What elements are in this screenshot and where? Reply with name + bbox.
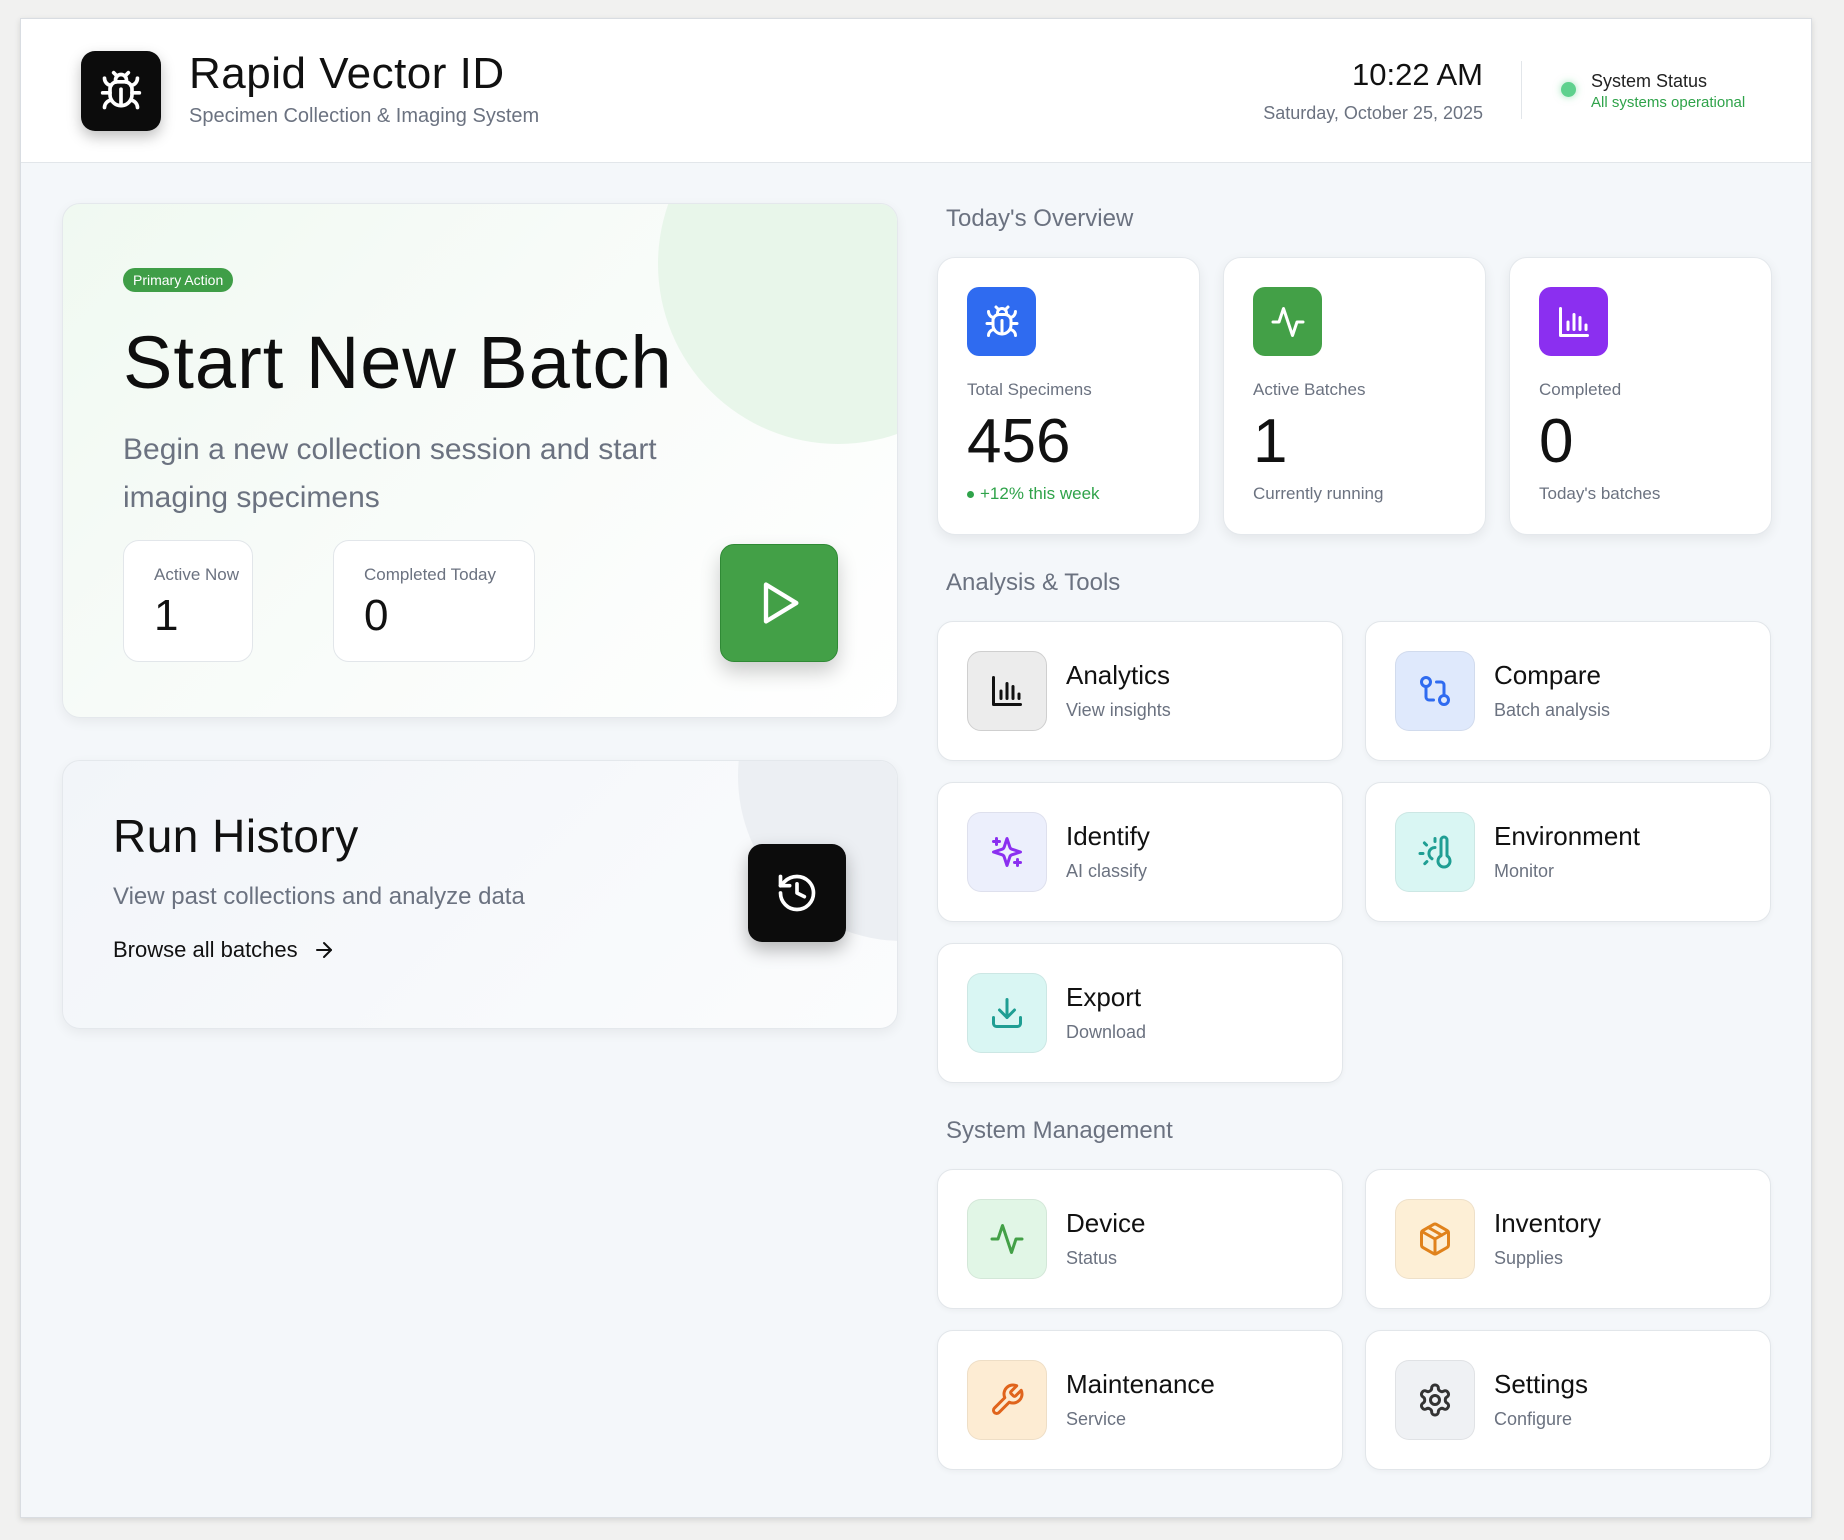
tool-identify[interactable]: Identify AI classify bbox=[937, 782, 1343, 922]
app-window: Rapid Vector ID Specimen Collection & Im… bbox=[20, 18, 1812, 1518]
tool-icon-box bbox=[1395, 812, 1475, 892]
tool-desc: Configure bbox=[1494, 1409, 1573, 1429]
history-description: View past collections and analyze data bbox=[113, 883, 525, 910]
system-section-title: System Management bbox=[946, 1117, 1173, 1144]
decorative-circle bbox=[658, 204, 897, 444]
tool-icon-box bbox=[1395, 1199, 1475, 1279]
stat-icon-box bbox=[1539, 287, 1608, 356]
stat-active-batches: Active Batches 1 Currently running bbox=[1223, 257, 1486, 535]
completed-today-box: Completed Today 0 bbox=[333, 540, 535, 662]
system-device[interactable]: Device Status bbox=[937, 1169, 1343, 1309]
stat-subtext: Today's batches bbox=[1539, 484, 1661, 503]
bar-chart-icon bbox=[1556, 304, 1592, 340]
tool-environment[interactable]: Environment Monitor bbox=[1365, 782, 1771, 922]
tool-compare[interactable]: Compare Batch analysis bbox=[1365, 621, 1771, 761]
play-icon bbox=[753, 577, 805, 629]
browse-batches-link[interactable]: Browse all batches bbox=[113, 937, 336, 963]
header-divider bbox=[1521, 61, 1522, 119]
browse-batches-label: Browse all batches bbox=[113, 937, 298, 962]
git-compare-icon bbox=[1417, 673, 1453, 709]
stat-icon-box bbox=[1253, 287, 1322, 356]
tool-desc: Batch analysis bbox=[1494, 700, 1611, 720]
stat-icon-box bbox=[967, 287, 1036, 356]
active-now-label: Active Now bbox=[154, 565, 240, 584]
history-title: Run History bbox=[113, 810, 359, 862]
stat-completed: Completed 0 Today's batches bbox=[1509, 257, 1772, 535]
settings-icon bbox=[1417, 1382, 1453, 1418]
tool-icon-box bbox=[967, 812, 1047, 892]
tool-name: Analytics bbox=[1066, 660, 1171, 690]
arrow-right-icon bbox=[312, 938, 336, 962]
tool-desc: Download bbox=[1066, 1022, 1147, 1042]
tool-desc: Status bbox=[1066, 1248, 1118, 1268]
activity-icon bbox=[989, 1221, 1025, 1257]
history-icon bbox=[775, 871, 819, 915]
stat-label: Active Batches bbox=[1253, 380, 1366, 399]
thermometer-sun-icon bbox=[1417, 834, 1453, 870]
status-indicator bbox=[1561, 82, 1576, 97]
status-label: System Status bbox=[1591, 71, 1708, 91]
completed-today-label: Completed Today bbox=[364, 565, 496, 584]
system-settings[interactable]: Settings Configure bbox=[1365, 1330, 1771, 1470]
batch-description: Begin a new collection session and start… bbox=[123, 433, 657, 514]
tool-icon-box bbox=[1395, 651, 1475, 731]
history-button[interactable] bbox=[748, 844, 846, 942]
tool-desc: AI classify bbox=[1066, 861, 1148, 881]
stat-trend: +12% this week bbox=[967, 484, 1100, 504]
tool-name: Export bbox=[1066, 982, 1142, 1012]
bar-chart-icon bbox=[989, 673, 1025, 709]
stat-subtext: Currently running bbox=[1253, 484, 1384, 503]
tool-icon-box bbox=[967, 973, 1047, 1053]
tool-desc: Supplies bbox=[1494, 1248, 1564, 1268]
clock-date: Saturday, October 25, 2025 bbox=[1263, 103, 1483, 123]
tool-icon-box bbox=[967, 1199, 1047, 1279]
stat-total-specimens: Total Specimens 456 +12% this week bbox=[937, 257, 1200, 535]
tool-icon-box bbox=[1395, 1360, 1475, 1440]
download-icon bbox=[989, 995, 1025, 1031]
bug-icon bbox=[984, 304, 1020, 340]
status-text: All systems operational bbox=[1591, 94, 1746, 111]
active-now-box: Active Now 1 bbox=[123, 540, 253, 662]
tool-icon-box bbox=[967, 1360, 1047, 1440]
tool-desc: Monitor bbox=[1494, 861, 1555, 881]
tool-icon-box bbox=[967, 651, 1047, 731]
app-header: Rapid Vector ID Specimen Collection & Im… bbox=[21, 19, 1811, 163]
package-icon bbox=[1417, 1221, 1453, 1257]
bug-icon bbox=[99, 69, 143, 113]
stat-label: Total Specimens bbox=[967, 380, 1092, 399]
stat-value: 1 bbox=[1253, 407, 1288, 476]
batch-title: Start New Batch bbox=[123, 321, 673, 404]
tool-desc: Service bbox=[1066, 1409, 1127, 1429]
start-batch-button[interactable] bbox=[720, 544, 838, 662]
tool-name: Maintenance bbox=[1066, 1369, 1215, 1399]
active-now-value: 1 bbox=[154, 591, 179, 640]
app-subtitle: Specimen Collection & Imaging System bbox=[189, 105, 540, 127]
stat-value: 456 bbox=[967, 407, 1071, 476]
overview-section-title: Today's Overview bbox=[946, 205, 1134, 232]
run-history-card[interactable]: Run History View past collections and an… bbox=[62, 760, 898, 1029]
tool-export[interactable]: Export Download bbox=[937, 943, 1343, 1083]
app-title: Rapid Vector ID bbox=[189, 49, 505, 98]
tool-name: Environment bbox=[1494, 821, 1640, 851]
tool-name: Compare bbox=[1494, 660, 1601, 690]
tool-name: Identify bbox=[1066, 821, 1150, 851]
primary-action-badge: Primary Action bbox=[123, 268, 234, 292]
tool-name: Device bbox=[1066, 1208, 1146, 1238]
stat-label: Completed bbox=[1539, 380, 1622, 399]
app-logo bbox=[81, 51, 161, 131]
sparkles-icon bbox=[989, 834, 1025, 870]
system-inventory[interactable]: Inventory Supplies bbox=[1365, 1169, 1771, 1309]
start-batch-card[interactable]: Primary Action Start New Batch Begin a n… bbox=[62, 203, 898, 718]
tool-analytics[interactable]: Analytics View insights bbox=[937, 621, 1343, 761]
system-maintenance[interactable]: Maintenance Service bbox=[937, 1330, 1343, 1470]
activity-icon bbox=[1270, 304, 1306, 340]
tool-desc: View insights bbox=[1066, 700, 1171, 720]
clock-time: 10:22 AM bbox=[1352, 57, 1483, 92]
wrench-icon bbox=[989, 1382, 1025, 1418]
tool-name: Settings bbox=[1494, 1369, 1588, 1399]
stat-value: 0 bbox=[1539, 407, 1574, 476]
completed-today-value: 0 bbox=[364, 591, 389, 640]
tools-section-title: Analysis & Tools bbox=[946, 569, 1121, 596]
tool-name: Inventory bbox=[1494, 1208, 1601, 1238]
